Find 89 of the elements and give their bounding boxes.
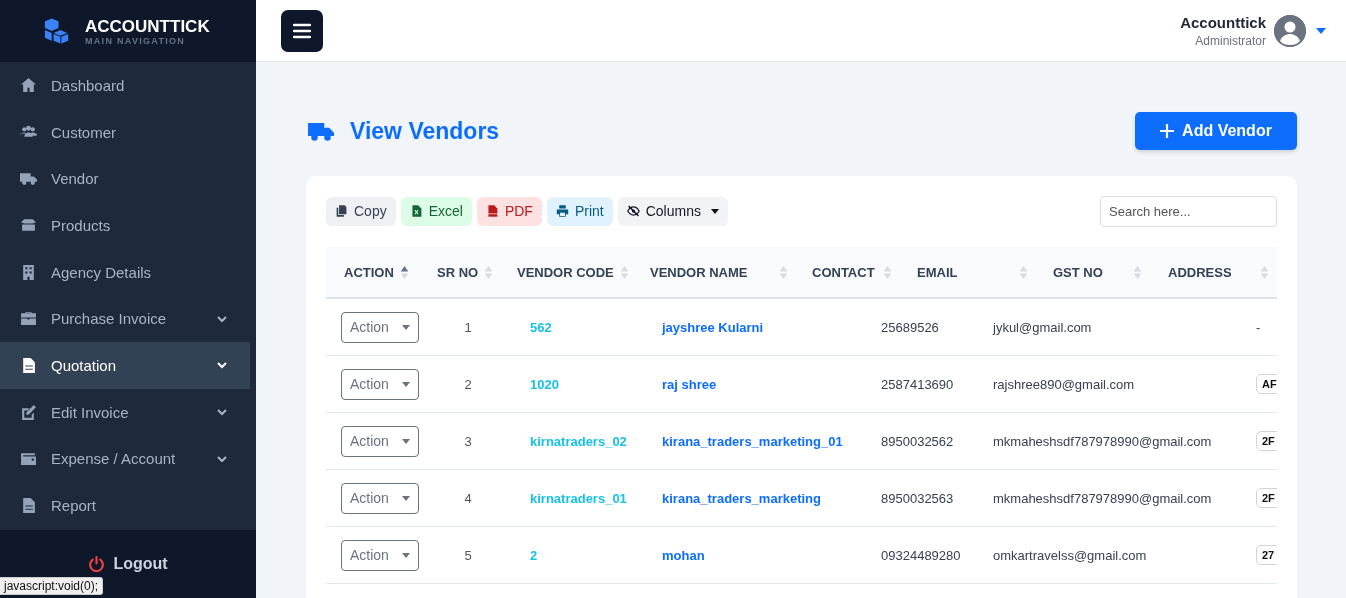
copy-icon <box>335 204 348 218</box>
action-dropdown[interactable]: Action <box>341 482 419 514</box>
sidebar-item[interactable]: Agency Details <box>0 248 250 296</box>
box-icon <box>20 216 37 234</box>
sidebar-item[interactable]: Report <box>0 482 250 529</box>
menu-icon <box>293 22 311 39</box>
sidebar-item[interactable]: Quotation <box>0 342 250 389</box>
column-header: ACTION <box>344 264 394 280</box>
caret-down-icon <box>402 381 410 387</box>
gst-badge: 2F <box>1256 431 1277 451</box>
column-header: GST NO <box>1053 264 1104 280</box>
table-cell: 25689526 <box>881 319 939 335</box>
brand-name: ACCOUNTTICK <box>85 16 210 36</box>
edit-icon <box>20 403 37 421</box>
brand-subtitle: MAIN NAVIGATION <box>85 35 187 46</box>
building-icon <box>20 263 37 281</box>
table-cell: 2 <box>464 376 472 392</box>
caret-down-icon <box>402 438 410 444</box>
table-cell: mkmaheshsdf787978990@gmail.com <box>993 433 1212 449</box>
sidebar-item[interactable]: Products <box>0 202 250 249</box>
power-icon <box>88 555 106 573</box>
gst-badge: 27 <box>1256 545 1277 565</box>
sidebar-item[interactable]: Dashboard <box>0 62 250 109</box>
vendor-name-link[interactable]: kirana_traders_marketing_01 <box>648 433 843 449</box>
action-dropdown[interactable]: Action <box>341 425 419 457</box>
pdf-file-icon <box>485 204 499 218</box>
document-icon <box>20 356 37 374</box>
wallet-icon <box>20 450 37 468</box>
vendor-name-link[interactable]: kirana_traders_marketing <box>648 490 821 506</box>
plus-icon <box>1160 124 1175 138</box>
table-cell: 2587413690 <box>881 376 954 392</box>
column-header: SR NO <box>437 264 479 280</box>
status-bar-url: javascript:void(0); <box>0 577 104 595</box>
column-header: VENDOR CODE <box>517 264 614 280</box>
menu-button[interactable] <box>281 9 323 52</box>
action-dropdown[interactable]: Action <box>341 368 419 400</box>
sidebar-item[interactable]: Vendor <box>0 155 250 203</box>
table-cell: 3 <box>464 433 472 449</box>
column-header: EMAIL <box>917 264 959 280</box>
table-cell: mkmaheshsdf787978990@gmail.com <box>993 490 1212 506</box>
sidebar-item[interactable]: Customer <box>0 108 250 156</box>
column-header: ADDRESS <box>1168 264 1233 280</box>
table-cell: 8950032563 <box>881 490 954 506</box>
sidebar-item[interactable]: Expense / Account <box>0 435 250 483</box>
gst-badge: AF <box>1256 374 1277 394</box>
vendor-name-link[interactable]: jayshree Kularni <box>648 319 764 335</box>
vendor-name-link[interactable]: mohan <box>648 547 705 563</box>
eye-slash-icon <box>626 204 640 218</box>
columns-button[interactable]: Columns <box>617 196 728 226</box>
document-icon <box>20 497 37 515</box>
action-dropdown[interactable]: Action <box>341 539 419 571</box>
table-cell: 4 <box>464 490 472 506</box>
briefcase-icon <box>20 310 37 328</box>
table-cell: jykul@gmail.com <box>993 319 1092 335</box>
vendor-name-link[interactable]: raj shree <box>648 376 717 392</box>
sidebar-item[interactable]: Purchase Invoice <box>0 295 250 343</box>
gst-badge: 2F <box>1256 488 1277 508</box>
pdf-button[interactable]: PDF <box>476 196 542 226</box>
caret-down-icon <box>402 552 410 558</box>
table-cell: 09324489280 <box>881 547 961 563</box>
print-button[interactable]: Print <box>546 196 613 226</box>
avatar-icon[interactable] <box>1274 14 1306 47</box>
action-dropdown[interactable]: Action <box>341 311 419 343</box>
home-icon <box>20 76 37 94</box>
caret-down-icon <box>710 208 719 214</box>
caret-down-icon <box>402 495 410 501</box>
table-cell: 1 <box>464 319 472 335</box>
excel-button[interactable]: Excel <box>400 196 472 226</box>
column-header: VENDOR NAME <box>650 264 749 280</box>
user-name: Accounttick <box>1180 13 1266 31</box>
printer-icon <box>555 204 569 218</box>
copy-button[interactable]: Copy <box>326 196 396 226</box>
user-role: Administrator <box>1194 33 1266 48</box>
caret-down-icon <box>402 324 410 330</box>
add-vendor-button[interactable]: Add Vendor <box>1135 112 1297 150</box>
sidebar-item[interactable]: Edit Invoice <box>0 388 250 436</box>
table-cell: 8950032562 <box>881 433 954 449</box>
table-cell: - <box>1256 319 1261 335</box>
table-cell: 5 <box>464 547 472 563</box>
table-cell: rajshree890@gmail.com <box>993 376 1135 392</box>
spreadsheet-icon <box>409 204 423 218</box>
page-title: View Vendors <box>350 117 500 145</box>
caret-down-icon[interactable] <box>1316 27 1326 34</box>
logout-button[interactable]: Logout <box>88 555 168 573</box>
truck-icon <box>20 170 37 188</box>
search-field[interactable]: Search here... <box>1100 195 1277 227</box>
table-cell: omkartravelss@gmail.com <box>993 547 1147 563</box>
sort-arrows-icon[interactable] <box>399 264 409 280</box>
column-header: CONTACT <box>812 264 876 280</box>
